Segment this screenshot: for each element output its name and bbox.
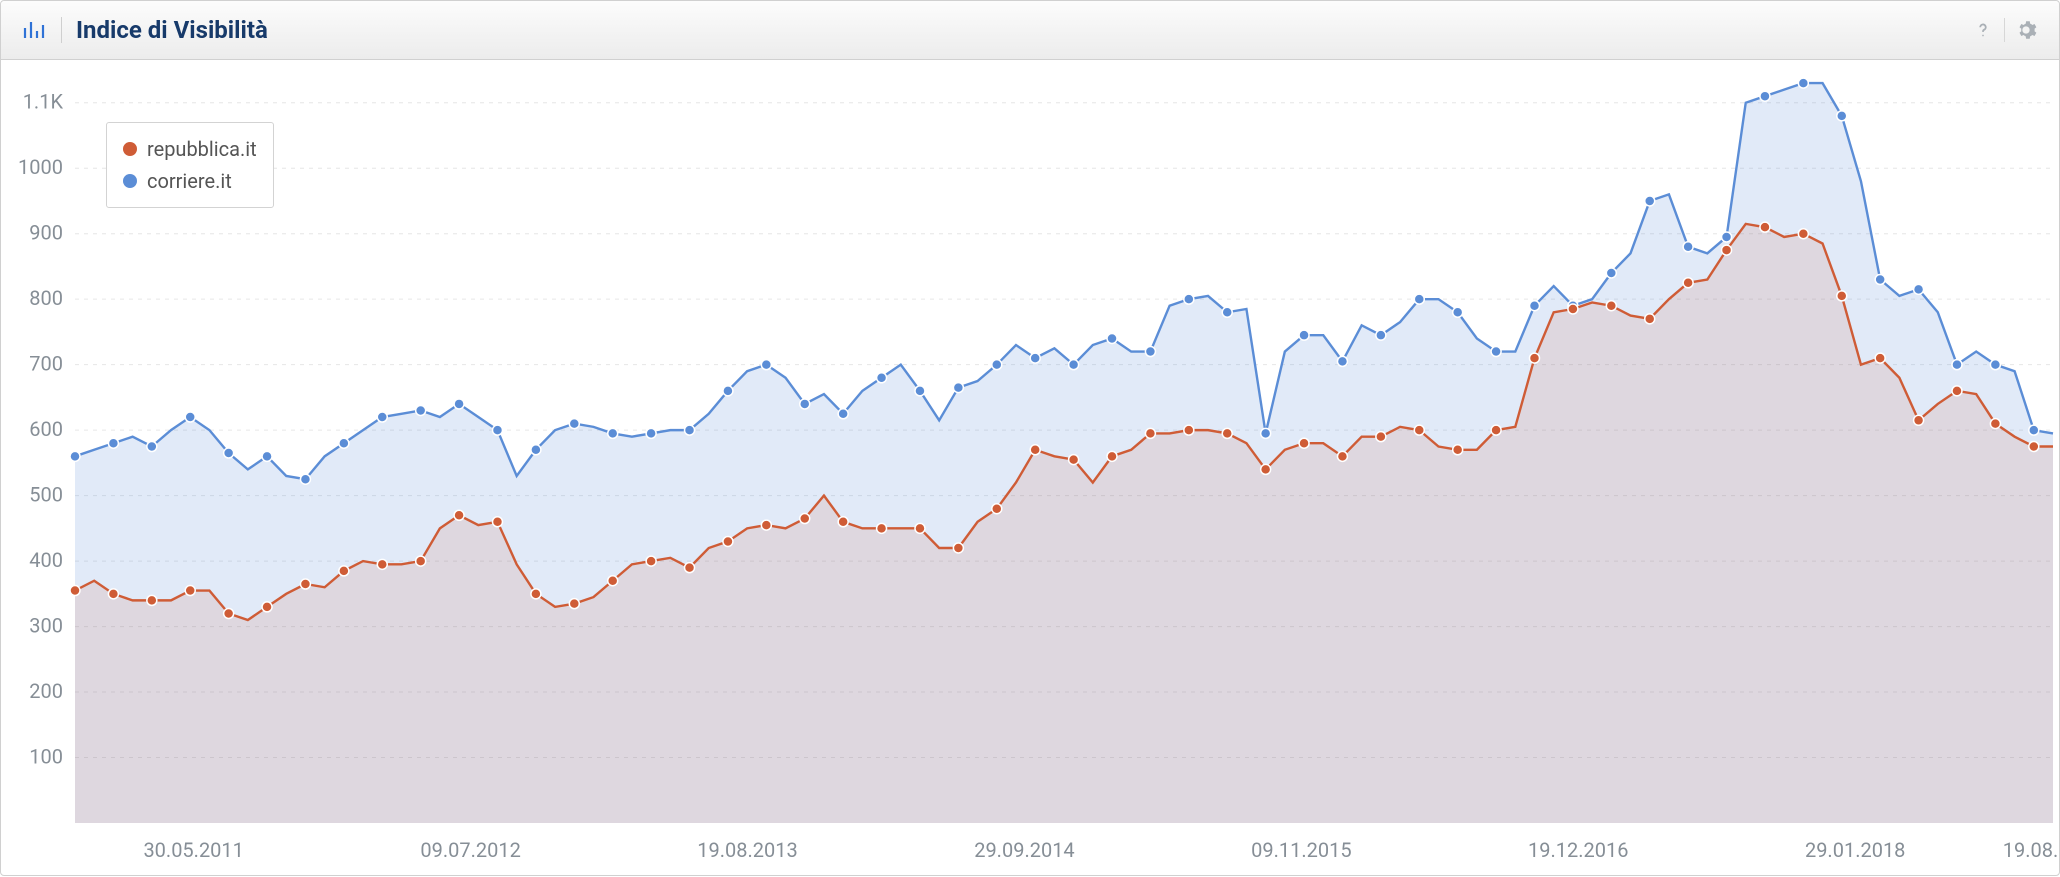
svg-text:100: 100 [29,745,63,769]
legend-dot-icon [123,174,137,188]
svg-text:400: 400 [29,548,63,572]
svg-text:19.08.2019: 19.08.2019 [2003,838,2059,862]
widget-title: Indice di Visibilità [76,16,1968,44]
svg-text:800: 800 [29,286,63,310]
svg-text:900: 900 [29,221,63,245]
svg-text:200: 200 [29,679,63,703]
svg-text:700: 700 [29,352,63,376]
line-chart: 100 200 300 400 500 600 700 800 900 1000 1.1K 30.05… [1,60,2059,877]
svg-text:29.09.2014: 29.09.2014 [974,838,1074,862]
svg-text:600: 600 [29,417,63,441]
help-button[interactable] [1968,15,1998,45]
svg-text:29.01.2018: 29.01.2018 [1805,838,1905,862]
svg-text:300: 300 [29,614,63,638]
svg-text:09.11.2015: 09.11.2015 [1251,838,1351,862]
legend-label: repubblica.it [147,137,257,161]
svg-text:1000: 1000 [18,155,63,179]
legend-item-repubblica[interactable]: repubblica.it [123,133,257,165]
bar-chart-icon [19,16,47,44]
visibility-index-widget: Indice di Visibilità repubblica.it corri… [0,0,2060,876]
settings-button[interactable] [2011,15,2041,45]
svg-text:30.05.2011: 30.05.2011 [143,838,243,862]
header-action-divider [2004,18,2005,42]
legend-item-corriere[interactable]: corriere.it [123,165,257,197]
chart-area: repubblica.it corriere.it 100 200 300 400 50… [1,60,2059,876]
svg-text:19.08.2013: 19.08.2013 [697,838,797,862]
legend-dot-icon [123,142,137,156]
widget-header: Indice di Visibilità [1,1,2059,60]
svg-text:1.1K: 1.1K [23,90,64,114]
header-divider [61,17,62,43]
svg-text:500: 500 [29,483,63,507]
legend[interactable]: repubblica.it corriere.it [106,122,274,208]
svg-text:09.07.2012: 09.07.2012 [420,838,520,862]
svg-text:19.12.2016: 19.12.2016 [1528,838,1628,862]
legend-label: corriere.it [147,169,232,193]
